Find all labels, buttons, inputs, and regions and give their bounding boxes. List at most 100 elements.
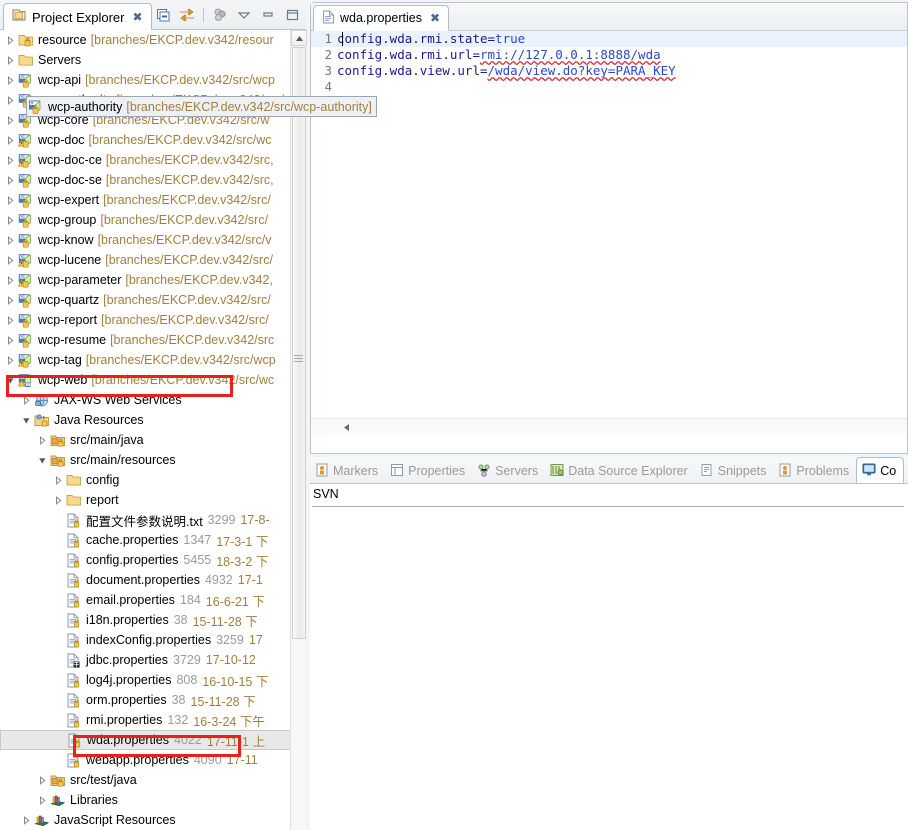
tab-console[interactable]: Co — [856, 457, 905, 483]
collapse-all-icon[interactable] — [153, 6, 173, 24]
tree-item-wcp-doc-ce[interactable]: M2 wcp-doc-ce [branches/EKCP.dev.v342/src, — [0, 150, 306, 170]
tree-item-src-test-java[interactable]: src/test/java — [0, 770, 306, 790]
twisty-collapsed-icon[interactable] — [4, 30, 17, 50]
jaxws-icon — [33, 392, 51, 408]
tree-item-wcp-report[interactable]: M2 wcp-report [branches/EKCP.dev.v342/src/ — [0, 310, 306, 330]
tree-item-path-decoration: [branches/EKCP.dev.v342/src/wc — [88, 133, 272, 147]
tree-item-document-properties[interactable]: document.properties 4932 17-1 — [0, 570, 306, 590]
tree-item-wcp-know[interactable]: M2 wcp-know [branches/EKCP.dev.v342/src/v — [0, 230, 306, 250]
tree-item-email-properties[interactable]: email.properties 184 16-6-21 下 — [0, 590, 306, 610]
tree-item-wcp-quartz[interactable]: M2 wcp-quartz [branches/EKCP.dev.v342/src/ — [0, 290, 306, 310]
tree-item-wcp-api[interactable]: M2 wcp-api [branches/EKCP.dev.v342/src/wcp — [0, 70, 306, 90]
twisty-collapsed-icon[interactable] — [36, 770, 49, 790]
tab-snippets[interactable]: Snippets — [695, 459, 774, 483]
twisty-collapsed-icon[interactable] — [36, 790, 49, 810]
twisty-expanded-icon[interactable] — [36, 450, 49, 470]
tree-item-wcp-resume[interactable]: M2 wcp-resume [branches/EKCP.dev.v342/src — [0, 330, 306, 350]
tree-item-wcp-lucene[interactable]: M2 wcp-lucene [branches/EKCP.dev.v342/src/ — [0, 250, 306, 270]
tree-item-servers[interactable]: Servers — [0, 50, 306, 70]
tree-item-config-properties[interactable]: config.properties 5455 18-3-2 下 — [0, 550, 306, 570]
twisty-collapsed-icon[interactable] — [52, 470, 65, 490]
twisty-collapsed-icon[interactable] — [4, 130, 17, 150]
twisty-collapsed-icon[interactable] — [20, 390, 33, 410]
twisty-expanded-icon[interactable] — [4, 370, 17, 390]
twisty-collapsed-icon[interactable] — [4, 350, 17, 370]
twisty-collapsed-icon[interactable] — [36, 430, 49, 450]
tab-problems[interactable]: Problems — [773, 459, 856, 483]
close-icon[interactable]: ✖ — [132, 10, 142, 24]
tree-item-config[interactable]: config — [0, 470, 306, 490]
tab-properties[interactable]: Properties — [385, 459, 472, 483]
tree-item-wcp-tag[interactable]: M2 wcp-tag [branches/EKCP.dev.v342/src/wcp — [0, 350, 306, 370]
tree-item-wcp-doc[interactable]: M2 wcp-doc [branches/EKCP.dev.v342/src/wc — [0, 130, 306, 150]
twisty-collapsed-icon[interactable] — [4, 210, 17, 230]
twisty-collapsed-icon[interactable] — [4, 310, 17, 330]
tree-item-libraries[interactable]: Libraries — [0, 790, 306, 810]
tree-item-wcp-doc-se[interactable]: M2 wcp-doc-se [branches/EKCP.dev.v342/src, — [0, 170, 306, 190]
view-menu-icon[interactable] — [234, 6, 254, 24]
console-icon — [862, 463, 876, 479]
twisty-collapsed-icon[interactable] — [4, 90, 17, 110]
tree-item-wcp-expert[interactable]: M2 wcp-expert [branches/EKCP.dev.v342/src/ — [0, 190, 306, 210]
file-icon — [65, 532, 83, 548]
tree-item-orm-properties[interactable]: orm.properties 38 15-11-28 下 — [0, 690, 306, 710]
twisty-collapsed-icon[interactable] — [4, 190, 17, 210]
twisty-collapsed-icon[interactable] — [20, 810, 33, 830]
tree-item-wda-properties[interactable]: wda.properties 4022 17-11-1 上 — [0, 730, 306, 750]
tree-item-resource[interactable]: resource [branches/EKCP.dev.v342/resour — [0, 30, 306, 50]
tree-item-label: wcp-know — [38, 233, 94, 247]
tree-item-wcp-web[interactable]: M2 wcp-web [branches/EKCP.dev.v342/src/wc — [0, 370, 306, 390]
view-filter-icon[interactable] — [210, 6, 230, 24]
tree-item-cache-properties[interactable]: cache.properties 1347 17-3-1 下 — [0, 530, 306, 550]
twisty-collapsed-icon[interactable] — [4, 170, 17, 190]
editor-horizontal-scrollbar[interactable] — [311, 418, 907, 435]
svg-text:M2: M2 — [21, 296, 25, 300]
tab-markers[interactable]: Markers — [310, 459, 385, 483]
tree-item-src-main-java[interactable]: src/main/java — [0, 430, 306, 450]
twisty-collapsed-icon[interactable] — [52, 490, 65, 510]
tree-vertical-scrollbar[interactable] — [290, 30, 307, 830]
tree-item-label: wcp-web — [38, 373, 88, 387]
tree-item-txt[interactable]: 配置文件参数说明.txt 3299 17-8- — [0, 510, 306, 530]
java-resources-icon — [33, 412, 51, 428]
tree-item-webapp-properties[interactable]: webapp.properties 4090 17-11 — [0, 750, 306, 770]
tree-item-jdbc-properties[interactable]: jdbc.properties 3729 17-10-12 — [0, 650, 306, 670]
tab-wda-properties[interactable]: wda.properties ✖ — [313, 5, 450, 31]
tree-item-size: 4090 — [193, 753, 222, 767]
tab-project-explorer[interactable]: Project Explorer ✖ — [3, 3, 152, 30]
tab-servers[interactable]: Servers — [472, 459, 545, 483]
tree-item-indexconfig-properties[interactable]: indexConfig.properties 3259 17 — [0, 630, 306, 650]
link-with-editor-icon[interactable] — [177, 6, 197, 24]
tree-item-rmi-properties[interactable]: rmi.properties 132 16-3-24 下午 — [0, 710, 306, 730]
project-tree[interactable]: resource [branches/EKCP.dev.v342/resour Se… — [0, 30, 306, 830]
tree-item-javascript-resources[interactable]: JavaScript Resources — [0, 810, 306, 830]
twisty-collapsed-icon[interactable] — [4, 50, 17, 70]
code-editor[interactable]: 1 config.wda.rmi.state= true 2 config.wd… — [311, 31, 907, 435]
tree-item-src-main-resources[interactable]: src/main/resources — [0, 450, 306, 470]
tree-item-jax-ws-web-services[interactable]: JAX-WS Web Services — [0, 390, 306, 410]
tree-item-wcp-group[interactable]: M2 wcp-group [branches/EKCP.dev.v342/src/ — [0, 210, 306, 230]
tree-item-i18n-properties[interactable]: i18n.properties 38 15-11-28 下 — [0, 610, 306, 630]
twisty-collapsed-icon[interactable] — [4, 150, 17, 170]
scrollbar-thumb[interactable] — [292, 47, 306, 639]
maximize-icon[interactable] — [282, 6, 302, 24]
minimize-icon[interactable] — [258, 6, 278, 24]
tree-item-size: 1347 — [183, 533, 212, 547]
close-icon[interactable]: ✖ — [430, 11, 440, 25]
line-number: 2 — [324, 47, 332, 62]
twisty-expanded-icon[interactable] — [20, 410, 33, 430]
scroll-up-icon[interactable] — [291, 30, 307, 46]
tree-item-java-resources[interactable]: Java Resources — [0, 410, 306, 430]
twisty-collapsed-icon[interactable] — [4, 230, 17, 250]
tree-item-wcp-parameter[interactable]: M2 wcp-parameter [branches/EKCP.dev.v342, — [0, 270, 306, 290]
twisty-collapsed-icon[interactable] — [4, 70, 17, 90]
twisty-collapsed-icon[interactable] — [4, 110, 17, 130]
tree-item-report[interactable]: report — [0, 490, 306, 510]
twisty-collapsed-icon[interactable] — [4, 270, 17, 290]
twisty-collapsed-icon[interactable] — [4, 330, 17, 350]
tab-data-source-explorer[interactable]: Data Source Explorer — [545, 459, 695, 483]
twisty-collapsed-icon[interactable] — [4, 250, 17, 270]
twisty-collapsed-icon[interactable] — [4, 290, 17, 310]
tree-item-log4j-properties[interactable]: log4j.properties 808 16-10-15 下 — [0, 670, 306, 690]
scroll-left-icon[interactable] — [339, 420, 354, 435]
